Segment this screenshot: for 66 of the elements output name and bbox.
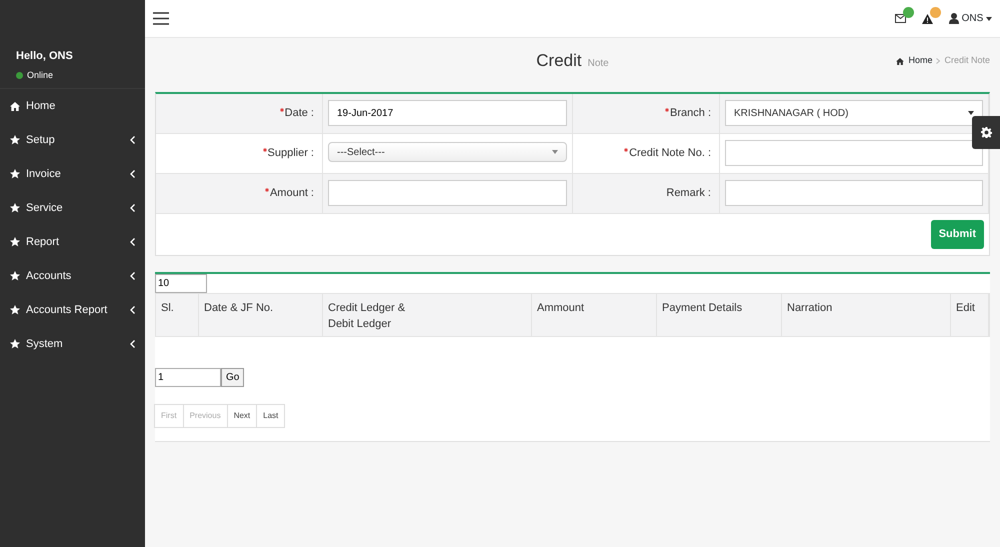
chevron-icon <box>130 306 135 314</box>
home-icon <box>896 58 904 64</box>
chevron-icon <box>936 58 940 64</box>
chevron-icon <box>130 340 135 348</box>
page-subtitle: Note <box>588 57 609 72</box>
field-label: Date : <box>284 106 314 122</box>
menu-item[interactable]: Invoice <box>0 157 145 191</box>
column-header: Ammount <box>532 294 657 336</box>
star-icon <box>10 271 20 281</box>
settings-button[interactable] <box>972 116 1000 149</box>
user-icon <box>948 13 959 24</box>
input-field[interactable] <box>725 180 983 206</box>
dropdown[interactable]: KRISHNANAGAR ( HOD) <box>725 100 983 126</box>
page-number-field[interactable]: 1 <box>155 368 221 386</box>
star-icon <box>10 237 20 247</box>
user-greeting: Hello, ONS <box>16 49 74 64</box>
pager-button[interactable]: Next <box>226 404 258 428</box>
breadcrumb-link[interactable]: Home <box>908 54 932 68</box>
chevron-icon <box>130 170 135 178</box>
caret-icon <box>552 150 558 154</box>
column-header: Edit <box>951 294 989 336</box>
star-icon <box>10 339 20 349</box>
caret-icon <box>968 111 974 115</box>
star-icon <box>10 169 20 179</box>
user-menu[interactable]: ONS <box>948 11 992 26</box>
page-size-field[interactable]: 10 <box>155 274 207 292</box>
input-field[interactable] <box>725 140 983 166</box>
field-label: Credit Note No. : <box>629 146 711 162</box>
go-button[interactable]: Go <box>221 368 244 386</box>
column-header: Payment Details <box>657 294 782 336</box>
envelope-icon[interactable] <box>894 14 906 23</box>
chevron-icon <box>130 136 135 144</box>
page-title: Credit <box>536 50 582 72</box>
star-icon <box>10 203 20 213</box>
caret-icon <box>986 16 992 20</box>
star-icon <box>10 305 20 315</box>
chevron-icon <box>130 272 135 280</box>
warning-icon[interactable] <box>922 14 933 24</box>
menu-item[interactable]: Setup <box>0 123 145 157</box>
breadcrumb-current: Credit Note <box>944 54 990 68</box>
dropdown[interactable]: ---Select--- <box>328 142 567 162</box>
chevron-icon <box>130 204 135 212</box>
field-label: Branch : <box>670 106 711 122</box>
menu-item[interactable]: System <box>0 327 145 361</box>
input-field[interactable]: 19-Jun-2017 <box>328 100 567 126</box>
menu-item[interactable]: Home <box>0 89 145 123</box>
menu-item[interactable]: Report <box>0 225 145 259</box>
settings-icon[interactable] <box>980 127 992 138</box>
status-text: Online <box>27 68 54 82</box>
column-header: Sl. <box>156 294 199 336</box>
field-label: Supplier : <box>268 146 314 162</box>
chevron-icon <box>130 238 135 246</box>
column-header: Credit Ledger & Debit Ledger <box>323 294 532 336</box>
column-header: Date & JF No. <box>199 294 323 336</box>
star-icon <box>10 135 20 145</box>
menu-icon[interactable] <box>153 12 169 25</box>
input-field[interactable] <box>328 180 567 206</box>
field-label: Amount : <box>270 186 314 202</box>
menu-item[interactable]: Accounts Report <box>0 293 145 327</box>
menu-item[interactable]: Service <box>0 191 145 225</box>
status-dot <box>16 72 23 79</box>
pager-button[interactable]: Last <box>256 404 286 428</box>
menu-item[interactable]: Accounts <box>0 259 145 293</box>
home-icon <box>10 102 20 110</box>
field-label: Remark : <box>666 186 711 202</box>
column-header: Narration <box>782 294 951 336</box>
